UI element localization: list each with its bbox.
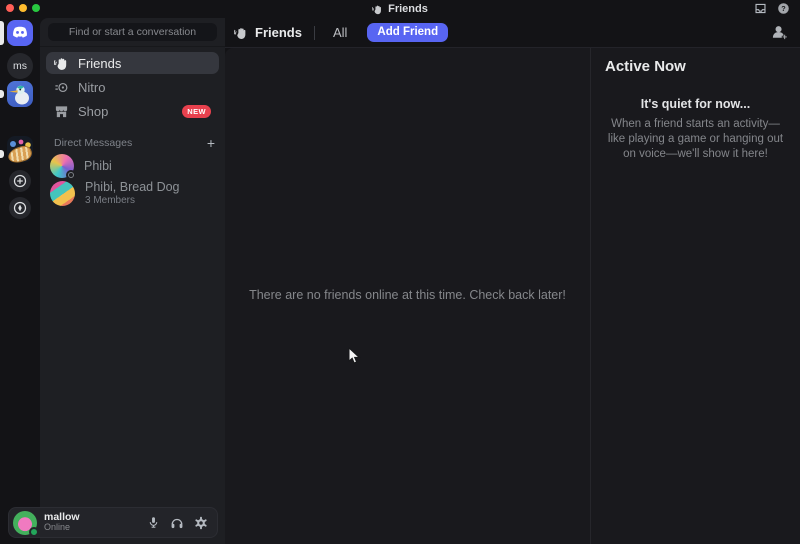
dm-name: Phibi [84,159,112,173]
dm-sidebar: Find or start a conversation Friends Nit… [40,18,225,544]
dm-header-label[interactable]: Direct Messages [54,137,207,149]
friends-header: Friends All Add Friend [225,18,800,48]
help-icon[interactable]: ? [777,2,790,15]
inbox-icon[interactable] [754,2,767,15]
user-panel[interactable]: mallow Online [8,507,218,538]
new-badge: NEW [182,104,211,118]
server-rail: ms [0,18,40,544]
add-friend-button[interactable]: Add Friend [367,23,449,42]
shop-icon [54,104,69,119]
user-status: Online [44,522,71,533]
window-title: Friends [0,0,800,18]
dm-item-group[interactable]: Phibi, Bread Dog 3 Members [40,179,225,207]
svg-text:?: ? [781,4,786,13]
new-group-dm-icon[interactable] [771,24,788,41]
empty-state-text: There are no friends online at this time… [249,288,566,302]
create-dm-icon[interactable]: + [207,136,215,150]
wave-hand-icon [372,4,383,15]
unread-pill [0,150,4,158]
plus-circle-icon [13,174,27,188]
nav-item-friends[interactable]: Friends [46,52,219,74]
nav-item-nitro[interactable]: Nitro [46,76,219,98]
dm-name: Phibi, Bread Dog [85,180,180,194]
compass-icon [13,201,27,215]
home-selected-pill [0,21,4,45]
tab-all[interactable]: All [327,24,353,41]
quiet-title: It's quiet for now... [640,97,751,111]
server-ms-label: ms [13,60,27,72]
server-bread[interactable] [6,141,34,167]
wave-hand-icon [234,26,248,40]
header-divider [313,25,315,40]
nav-item-shop[interactable]: Shop NEW [46,100,219,122]
wave-hand-icon [54,56,69,71]
bread-artwork [6,143,34,165]
bird-artwork [9,85,29,105]
search-placeholder: Find or start a conversation [68,26,197,38]
headphones-icon[interactable] [169,515,185,531]
nitro-icon [54,80,69,95]
avatar[interactable] [13,510,39,537]
explore-servers-button[interactable] [9,197,31,219]
friends-online-panel: There are no friends online at this time… [225,48,590,544]
discord-home-button[interactable] [7,20,33,46]
dm-member-count: 3 Members [85,195,136,206]
search-conversation-button[interactable]: Find or start a conversation [48,23,217,41]
dm-item-phibi[interactable]: Phibi [40,153,225,180]
nav-label: Nitro [78,79,106,95]
settings-gear-icon[interactable] [193,515,209,531]
friends-header-title: Friends [232,25,302,40]
content-column: Friends All Add Friend There are no frie… [225,18,800,544]
online-status-badge [29,526,39,537]
add-server-button[interactable] [9,170,31,192]
offline-status-badge [66,170,76,180]
discord-logo-icon [11,26,29,40]
sidebar-header: Find or start a conversation [40,18,225,47]
active-now-panel: Active Now It's quiet for now... When a … [590,48,800,544]
server-ms[interactable]: ms [7,53,33,79]
nav-label: Shop [78,103,109,119]
avatar [50,154,76,180]
titlebar: Friends ? [0,0,800,18]
nav-label: Friends [78,55,122,71]
avatar [50,180,75,206]
sidebar-nav: Friends Nitro Shop NEW [40,47,225,122]
quiet-body: When a friend starts an activity—like pl… [607,118,784,160]
server-bird[interactable] [7,81,33,107]
active-now-title: Active Now [605,58,686,75]
user-meta: mallow Online [44,511,138,533]
dm-header: Direct Messages + [40,136,225,150]
active-now-empty: It's quiet for now... When a friend star… [605,97,786,162]
discord-window: Friends ? ms Find or start a conversatio… [0,0,800,544]
microphone-icon[interactable] [145,515,161,531]
unread-pill [0,90,4,98]
